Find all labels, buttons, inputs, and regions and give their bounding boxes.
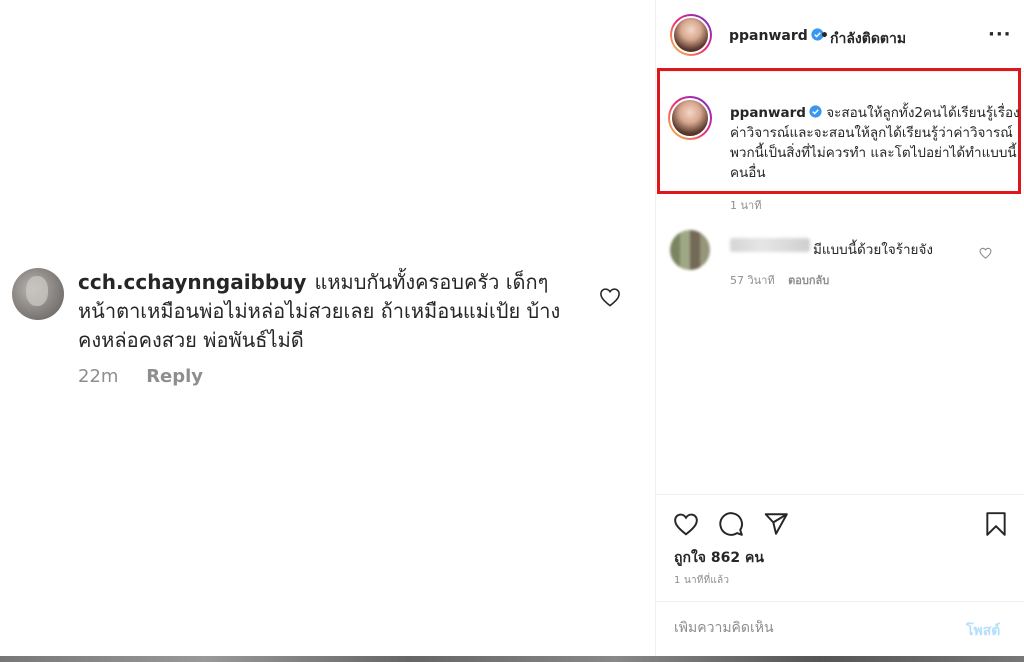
caption-author-avatar[interactable] [668,96,712,140]
bookmark-icon[interactable] [983,511,1009,537]
blurred-commenter-avatar[interactable] [670,230,710,270]
author-username[interactable]: ppanward [729,28,824,44]
comment-text: มีแบบนี้ด้วยใจร้ายจัง [813,242,933,258]
post-actions: ถูกใจ 862 คน 1 นาทีที่แล้ว [656,494,1024,600]
add-comment-bar: โพสต์ [656,601,1024,662]
post-header: ppanward • กำลังติดตาม ··· [656,0,1024,72]
more-options-icon[interactable]: ··· [988,24,1012,45]
blurred-commenter-username[interactable] [730,238,810,252]
header-separator: • [820,28,829,44]
enlarged-comment-meta: 22m Reply [78,366,203,387]
post-caption: ppanward จะสอนให้ลูกทั้ง2คนได้เรียนรู้เร… [730,103,1020,183]
likes-count[interactable]: ถูกใจ 862 คน [674,547,764,569]
comment-heart-icon[interactable] [979,247,992,259]
commenter-avatar[interactable] [12,268,64,320]
caption-username[interactable]: ppanward [730,105,822,121]
commenter-username[interactable]: cch.cchaynngaibbuy [78,270,306,294]
heart-outline-icon[interactable] [599,287,621,307]
background-strip [0,656,1024,662]
enlarged-reply-button[interactable]: Reply [146,366,203,387]
caption-time[interactable]: 1 นาที [730,196,761,214]
heart-icon[interactable] [673,511,699,537]
enlarged-comment-time[interactable]: 22m [78,366,118,387]
comment-reply-button[interactable]: ตอบกลับ [788,274,829,287]
add-comment-input[interactable] [674,620,934,636]
enlarged-comment: cch.cchaynngaibbuy แหมบกันทั้งครอบครัว เด… [78,268,578,355]
comment-icon[interactable] [718,511,744,537]
post-timestamp[interactable]: 1 นาทีที่แล้ว [674,573,729,588]
post-comment-button[interactable]: โพสต์ [966,620,1000,642]
comment-meta: 57 วินาที ตอบกลับ [730,271,829,289]
following-button[interactable]: กำลังติดตาม [830,28,906,50]
author-avatar[interactable] [670,14,712,56]
comment-time[interactable]: 57 วินาที [730,274,775,287]
enlarged-comment-area: cch.cchaynngaibbuy แหมบกันทั้งครอบครัว เด… [0,0,655,662]
share-icon[interactable] [763,511,789,537]
verified-badge-icon [809,105,822,118]
post-panel: ppanward • กำลังติดตาม ··· ppanward จะสอ… [655,0,1024,662]
